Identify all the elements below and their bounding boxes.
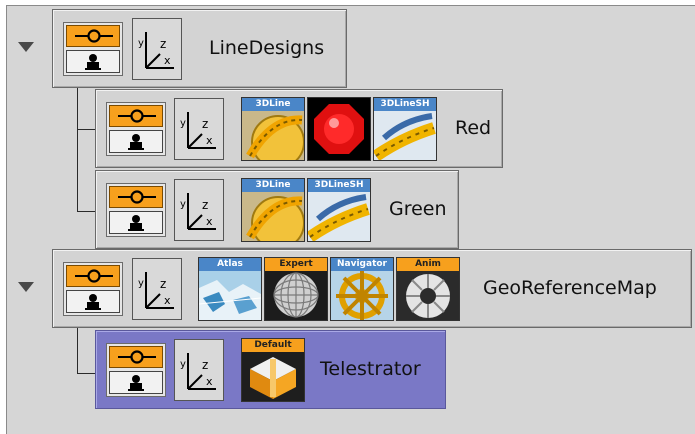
visibility-lock-toggle [63,22,123,76]
tree-node-telestrator[interactable]: y zx Default Telestrator [95,330,446,409]
tree-node-georeferencemap[interactable]: y zx Atlas Expert Navigator Anim GeoRefer… [52,249,692,328]
visibility-toggle-icon[interactable] [66,25,120,47]
plugin-name: Anim [397,258,459,271]
transform-axis-icon[interactable]: y zx [132,18,182,80]
tree-node-linedesigns[interactable]: y zx LineDesigns [52,9,347,88]
svg-text:y: y [180,199,186,210]
svg-text:y: y [138,38,144,49]
visibility-lock-toggle [106,102,166,156]
svg-text:y: y [180,118,186,129]
plugin-name: Atlas [199,258,261,271]
node-label: LineDesigns [209,37,325,59]
tree-connector [77,129,95,130]
plugin-default[interactable]: Default [241,338,305,402]
node-label: Red [455,117,492,139]
expand-toggle-icon[interactable] [18,282,34,292]
transform-axis-icon[interactable]: y zx [174,98,224,160]
lock-person-icon[interactable] [66,290,120,313]
plugin-3dlinesh[interactable]: 3DLineSH [373,97,437,161]
plugin-name: Navigator [331,258,393,271]
svg-text:x: x [206,134,213,147]
plugin-name: Default [242,339,304,352]
plugin-name: 3DLineSH [374,98,436,111]
visibility-lock-toggle [106,183,166,237]
svg-text:x: x [206,215,213,228]
svg-text:x: x [206,375,213,388]
tree-connector [77,211,95,212]
svg-text:z: z [202,117,208,131]
tree-node-green[interactable]: y zx 3DLine 3DLineSH Green [95,170,459,249]
plugin-3dline[interactable]: 3DLine [241,178,305,242]
plugin-3dlinesh[interactable]: 3DLineSH [307,178,371,242]
visibility-toggle-icon[interactable] [66,265,120,287]
tree-connector [77,86,78,212]
visibility-lock-toggle [63,262,123,316]
svg-text:z: z [202,198,208,212]
tree-connector [77,328,78,374]
plugin-expert[interactable]: Expert [264,257,328,321]
svg-text:y: y [180,359,186,370]
node-label: GeoReferenceMap [483,277,657,299]
tree-connector [77,373,95,374]
scene-tree-panel: yzx LineDesigns yzx 3DLine 3DLineSH Red [6,5,695,434]
svg-text:z: z [160,277,166,291]
visibility-toggle-icon[interactable] [109,105,163,127]
visibility-toggle-icon[interactable] [109,186,163,208]
lock-person-icon[interactable] [109,130,163,153]
node-label: Green [389,198,447,220]
transform-axis-icon[interactable]: y zx [174,339,224,401]
plugin-name: Expert [265,258,327,271]
plugin-atlas[interactable]: Atlas [198,257,262,321]
svg-text:z: z [160,37,166,51]
visibility-lock-toggle [106,343,166,397]
svg-text:y: y [138,278,144,289]
svg-text:x: x [164,54,171,67]
plugin-name: 3DLine [242,179,304,192]
expand-toggle-icon[interactable] [18,42,34,52]
visibility-toggle-icon[interactable] [109,346,163,368]
lock-person-icon[interactable] [66,50,120,73]
lock-person-icon[interactable] [109,211,163,234]
transform-axis-icon[interactable]: y zx [132,258,182,320]
transform-axis-icon[interactable]: y zx [174,179,224,241]
plugin-3dline[interactable]: 3DLine [241,97,305,161]
plugin-name: 3DLineSH [308,179,370,192]
node-label: Telestrator [320,358,421,380]
plugin-material-red[interactable] [307,97,371,161]
plugin-navigator[interactable]: Navigator [330,257,394,321]
svg-text:x: x [164,294,171,307]
plugin-anim[interactable]: Anim [396,257,460,321]
tree-node-red[interactable]: y zx 3DLine 3DLineSH Red [95,89,503,168]
lock-person-icon[interactable] [109,371,163,394]
plugin-name: 3DLine [242,98,304,111]
svg-text:z: z [202,358,208,372]
